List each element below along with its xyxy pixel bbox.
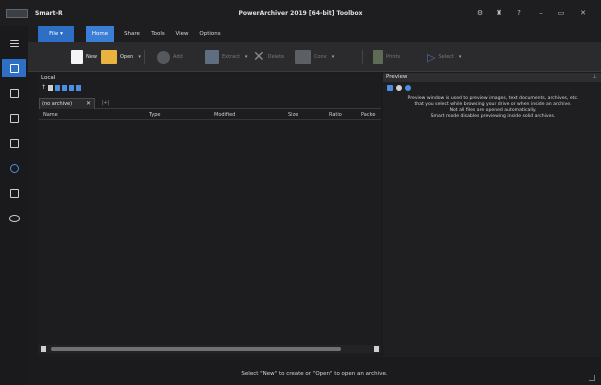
status-bar: Select "New" to create or "Open" to open… (28, 363, 601, 385)
column-name[interactable]: Name (43, 112, 58, 118)
close-tab-icon[interactable]: ✕ (86, 99, 91, 109)
scroll-left-icon[interactable] (41, 346, 46, 352)
preview-panel: Preview ⊥ Preview window is used to prev… (383, 73, 601, 357)
view-icon (373, 50, 383, 64)
add-button[interactable]: Add (154, 47, 186, 67)
preview-title: Preview (386, 74, 408, 80)
add-icon (157, 50, 170, 64)
cursor-select-icon: ▷ (427, 50, 436, 64)
desktop-icon[interactable] (55, 84, 61, 91)
open-folder-icon (101, 50, 117, 64)
archive-view-icon[interactable] (2, 59, 26, 77)
save-icon[interactable] (2, 134, 26, 152)
preview-help-text: Preview window is used to preview images… (407, 96, 579, 119)
preview-image-icon[interactable] (387, 85, 393, 91)
horizontal-scrollbar[interactable] (39, 345, 381, 353)
status-text: Select "New" to create or "Open" to open… (241, 371, 388, 377)
delete-x-icon: ✕ (253, 49, 265, 65)
delete-button[interactable]: ✕ Delete (250, 47, 287, 67)
local-caption: Local (41, 75, 56, 81)
column-size[interactable]: Size (288, 112, 298, 118)
menu-options[interactable]: Options (195, 26, 225, 42)
extract-button[interactable]: Extract ▾ (202, 47, 250, 67)
hamburger-menu-icon[interactable] (2, 34, 26, 52)
select-button[interactable]: ▷ Select ▾ (424, 47, 464, 67)
menu-bar: File ▾ Home Share Tools View Options (28, 26, 601, 42)
close-button[interactable]: ✕ (578, 9, 588, 17)
resize-grip-icon[interactable] (589, 375, 595, 381)
ribbon-toolbar: New▾ Open▾ Add Extract▾ ✕ Delete Conv▾ P… (28, 42, 601, 72)
window-title: PowerArchiver 2019 [64-bit] Toolbox (238, 10, 363, 17)
help-icon[interactable]: ? (514, 9, 524, 17)
open-button[interactable]: Open ▾ (98, 47, 144, 67)
preview-toolbar (387, 85, 411, 91)
preview-header: Preview ⊥ (383, 73, 601, 82)
computer-icon[interactable] (69, 84, 75, 91)
scroll-right-icon[interactable] (374, 346, 379, 352)
network-icon[interactable] (76, 84, 82, 91)
sync-icon[interactable] (2, 159, 26, 177)
minimize-button[interactable]: – (536, 9, 546, 17)
left-sidebar (0, 26, 28, 385)
menu-home[interactable]: Home (86, 26, 114, 42)
convert-icon (295, 50, 311, 64)
menu-share[interactable]: Share (120, 26, 144, 42)
documents-icon[interactable] (62, 84, 68, 91)
lock-icon[interactable] (2, 184, 26, 202)
maximize-button[interactable]: ▭ (556, 9, 566, 17)
settings-icon[interactable]: ⚙ (475, 9, 485, 17)
archive-tab-strip: (no archive) ✕ |+| (39, 98, 381, 109)
theme-icon[interactable]: ♜ (494, 9, 504, 17)
local-panel: Local ↑ (no archive) ✕ |+| Name Type Mod… (38, 73, 381, 357)
menu-view[interactable]: View (171, 26, 193, 42)
path-toolbar: ↑ (41, 84, 82, 91)
menu-file[interactable]: File ▾ (38, 26, 74, 42)
image-view-icon[interactable] (2, 84, 26, 102)
file-list-header: Name Type Modified Size Ratio Packe (39, 110, 381, 120)
new-file-icon (71, 50, 83, 64)
drive-icon[interactable] (48, 84, 54, 91)
convert-button[interactable]: Conv ▾ (292, 47, 337, 67)
menu-tools[interactable]: Tools (146, 26, 170, 42)
column-type[interactable]: Type (149, 112, 160, 118)
column-modified[interactable]: Modified (214, 112, 235, 118)
new-tab-button[interactable]: |+| (102, 98, 110, 108)
title-bar: Smart-R PowerArchiver 2019 [64-bit] Tool… (0, 0, 601, 26)
scrollbar-thumb[interactable] (51, 347, 341, 351)
pin-icon[interactable]: ⊥ (593, 74, 597, 80)
extract-icon (205, 50, 219, 64)
preview-info-icon[interactable] (405, 85, 411, 91)
view-button[interactable]: Prints (370, 47, 403, 67)
up-folder-icon[interactable]: ↑ (41, 84, 46, 91)
preview-eye-icon[interactable] (396, 85, 402, 91)
column-ratio[interactable]: Ratio (329, 112, 342, 118)
tab-no-archive[interactable]: (no archive) ✕ (39, 98, 95, 109)
document-icon[interactable] (2, 109, 26, 127)
column-packed[interactable]: Packe (361, 112, 375, 118)
cloud-icon[interactable] (2, 209, 26, 227)
